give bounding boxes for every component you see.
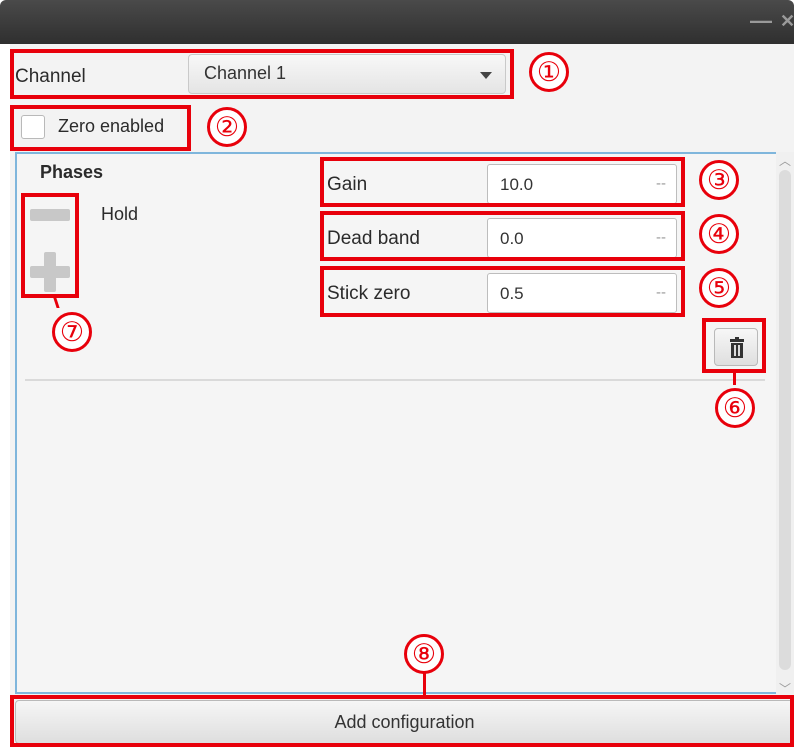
callout-6: ⑥ <box>715 388 755 428</box>
annotation-box-2 <box>10 105 191 151</box>
annotation-leader-8 <box>423 673 426 697</box>
callout-7: ⑦ <box>52 312 92 352</box>
callout-5: ⑤ <box>699 268 739 308</box>
annotation-box-3 <box>320 157 685 207</box>
callout-1: ① <box>529 52 569 92</box>
scroll-up-icon[interactable]: ︿ <box>779 152 791 169</box>
annotation-box-5 <box>320 266 685 317</box>
annotation-box-8 <box>10 695 794 747</box>
annotation-box-1 <box>10 49 514 99</box>
phase-separator <box>25 379 765 381</box>
callout-8: ⑧ <box>404 634 444 674</box>
window-titlebar <box>0 0 794 44</box>
annotation-box-4 <box>320 211 685 261</box>
minimize-button[interactable]: — <box>750 8 772 34</box>
phases-title: Phases <box>40 162 104 182</box>
callout-2: ② <box>207 107 247 147</box>
close-button[interactable]: ✕ <box>780 11 794 32</box>
callout-3: ③ <box>699 160 739 200</box>
callout-4: ④ <box>699 214 739 254</box>
phase-item-hold[interactable]: Hold <box>101 204 138 225</box>
annotation-leader-6 <box>733 373 736 385</box>
annotation-box-6 <box>702 318 766 373</box>
annotation-box-7 <box>21 193 79 298</box>
scrollbar-thumb[interactable] <box>779 170 791 670</box>
